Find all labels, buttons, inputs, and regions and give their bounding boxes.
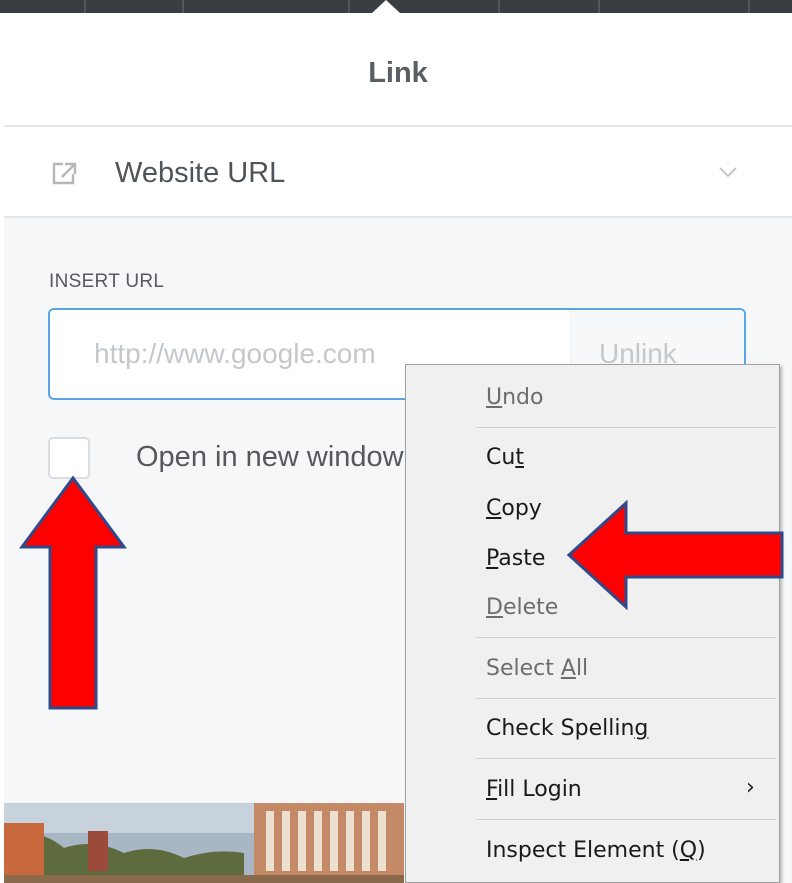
toolbar-segment[interactable]	[500, 0, 600, 13]
menu-separator	[476, 637, 776, 638]
menu-item-select-all[interactable]: Select All	[486, 656, 588, 681]
menu-separator	[476, 758, 776, 759]
background-photo	[4, 803, 404, 883]
link-type-dropdown[interactable]: Website URL	[4, 127, 792, 218]
menu-item-delete[interactable]: Delete	[486, 595, 558, 620]
submenu-chevron-icon: ›	[746, 775, 755, 800]
menu-separator	[476, 698, 776, 699]
toolbar-segment[interactable]	[750, 0, 792, 13]
insert-url-label: INSERT URL	[49, 271, 165, 292]
link-type-label: Website URL	[115, 157, 286, 189]
menu-item-cut[interactable]: Cut	[486, 445, 524, 470]
chevron-down-icon	[719, 167, 737, 178]
open-new-window-checkbox[interactable]	[48, 437, 90, 479]
annotation-arrow-left	[566, 500, 784, 610]
external-link-icon	[52, 162, 77, 185]
toolbar-segment[interactable]	[184, 0, 350, 13]
annotation-arrow-up	[19, 475, 127, 710]
panel-title: Link	[368, 57, 428, 89]
popover-caret	[372, 0, 400, 13]
menu-separator	[476, 427, 776, 428]
open-new-window-label: Open in new window	[136, 441, 404, 473]
menu-item-inspect-element[interactable]: Inspect Element (Q)	[486, 838, 706, 863]
toolbar-segment[interactable]	[0, 0, 86, 13]
toolbar-segment[interactable]	[86, 0, 184, 13]
context-menu: Undo Cut Copy Paste Delete Select All Ch…	[405, 364, 780, 883]
menu-separator	[476, 819, 776, 820]
menu-item-check-spelling[interactable]: Check Spelling	[486, 716, 648, 741]
toolbar-segment[interactable]	[600, 0, 750, 13]
menu-item-fill-login[interactable]: Fill Login	[486, 777, 582, 802]
panel-header: Link	[4, 13, 792, 127]
menu-item-copy[interactable]: Copy	[486, 496, 542, 521]
menu-item-paste[interactable]: Paste	[486, 546, 545, 571]
menu-item-undo[interactable]: Undo	[486, 385, 543, 410]
